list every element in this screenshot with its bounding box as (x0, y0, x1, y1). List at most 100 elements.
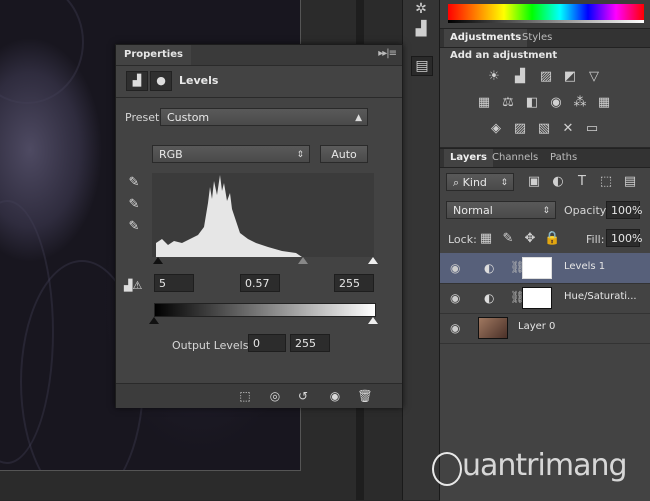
brightness-icon[interactable]: ☀ (486, 69, 502, 85)
reset-icon[interactable]: ↺ (294, 388, 312, 404)
panel-icon-strip: ✲ ▟ ▤ (402, 0, 440, 500)
lock-label: Lock: (448, 233, 477, 246)
view-previous-state-icon[interactable]: ◎ (266, 388, 284, 404)
properties-header: Properties ▸▸|≡ (116, 45, 402, 66)
grayscale-strip[interactable] (448, 20, 644, 23)
mask-mode-icon[interactable]: ● (150, 71, 172, 91)
layer-row-hue-saturation[interactable]: ◉ ◐ ⛓ Hue/Saturati... (440, 283, 650, 314)
properties-icon[interactable]: ▤ (411, 56, 433, 76)
color-spectrum[interactable] (448, 4, 644, 21)
tab-paths[interactable]: Paths (544, 149, 583, 167)
filter-adjustment-icon[interactable]: ◐ (550, 174, 566, 190)
levels-mode-icon[interactable]: ▟ (126, 71, 148, 91)
lock-position-icon[interactable]: ✥ (522, 231, 538, 247)
toggle-visibility-icon[interactable]: ◉ (326, 388, 344, 404)
layer-mask-thumbnail[interactable] (522, 257, 552, 279)
output-white-slider[interactable] (368, 317, 378, 324)
invert-icon[interactable]: ◈ (488, 121, 504, 137)
opacity-field[interactable]: 100% (606, 201, 642, 219)
histogram-icon[interactable]: ▟ (411, 20, 431, 38)
fill-field[interactable]: 100% (606, 229, 642, 247)
exposure-icon[interactable]: ◩ (562, 69, 578, 85)
posterize-icon[interactable]: ▨ (512, 121, 528, 137)
panel-menu-icon[interactable]: ▸▸|≡ (378, 48, 397, 59)
channel-mixer-icon[interactable]: ⁂ (572, 95, 588, 111)
layer-row-layer0[interactable]: ◉ Layer 0 (440, 313, 650, 344)
black-point-eyedropper-icon[interactable]: ✎ (126, 175, 142, 193)
layer-name[interactable]: Hue/Saturati... (564, 291, 637, 302)
channel-value: RGB (159, 148, 183, 161)
curves-icon[interactable]: ▨ (538, 69, 554, 85)
input-black-field[interactable]: 5 (154, 274, 194, 292)
adjustment-layer-icon: ◐ (484, 261, 495, 275)
delete-icon[interactable]: 🗑 (356, 388, 374, 404)
vibrance-icon[interactable]: ▽ (586, 69, 602, 85)
tab-styles[interactable]: Styles (516, 29, 558, 47)
tab-channels[interactable]: Channels (486, 149, 544, 167)
layer-name[interactable]: Levels 1 (564, 261, 605, 272)
filter-type-icon[interactable]: T (574, 174, 590, 190)
properties-title: Levels (179, 74, 219, 87)
output-gradient (154, 303, 376, 317)
layer-thumbnail[interactable] (478, 317, 508, 339)
gray-point-eyedropper-icon[interactable]: ✎ (126, 197, 142, 215)
properties-panel: Properties ▸▸|≡ ▟ ● Levels Preset: Custo… (115, 44, 403, 408)
layer-row-levels[interactable]: ◉ ◐ ⛓ Levels 1 (440, 253, 650, 284)
clipping-warning-icon[interactable]: ▟⚠ (124, 279, 142, 292)
adjustment-layer-icon: ◐ (484, 291, 495, 305)
layer-filter-select[interactable]: ⌕ Kind ⇕ (446, 173, 514, 191)
photo-filter-icon[interactable]: ◉ (548, 95, 564, 111)
blend-mode-select[interactable]: Normal ⇕ (446, 201, 556, 219)
select-caret-icon: ⇕ (296, 150, 304, 160)
properties-footer: ⬚ ◎ ↺ ◉ 🗑 (116, 383, 402, 408)
output-black-slider[interactable] (149, 317, 159, 324)
output-levels-label: Output Levels: (172, 339, 253, 352)
input-white-field[interactable]: 255 (334, 274, 374, 292)
opacity-label: Opacity: (564, 204, 610, 217)
lock-image-icon[interactable]: ✎ (500, 231, 516, 247)
search-icon: ⌕ (453, 176, 463, 189)
filter-pixel-icon[interactable]: ▣ (526, 174, 542, 190)
input-black-slider[interactable] (153, 257, 163, 264)
threshold-icon[interactable]: ▧ (536, 121, 552, 137)
filter-shape-icon[interactable]: ⬚ (598, 174, 614, 190)
input-white-slider[interactable] (368, 257, 378, 264)
hair-shape (0, 0, 84, 104)
layer-filter-value: Kind (462, 176, 487, 189)
white-point-eyedropper-icon[interactable]: ✎ (126, 219, 142, 237)
histogram (152, 173, 374, 257)
preset-value: Custom (167, 111, 210, 124)
lock-all-icon[interactable]: 🔒 (544, 231, 560, 247)
gradient-map-icon[interactable]: ▭ (584, 121, 600, 137)
lock-transparent-icon[interactable]: ▦ (478, 231, 494, 247)
black-white-icon[interactable]: ◧ (524, 95, 540, 111)
clip-to-layer-icon[interactable]: ⬚ (236, 388, 254, 404)
layer-mask-thumbnail[interactable] (522, 287, 552, 309)
input-gamma-field[interactable]: 0.57 (240, 274, 280, 292)
watermark-text: uantrimang (462, 448, 628, 483)
auto-button[interactable]: Auto (320, 145, 368, 163)
hue-saturation-icon[interactable]: ▦ (476, 95, 492, 111)
color-lookup-icon[interactable]: ▦ (596, 95, 612, 111)
input-gamma-slider[interactable] (298, 257, 308, 264)
color-balance-icon[interactable]: ⚖ (500, 95, 516, 111)
tab-adjustments[interactable]: Adjustments (444, 29, 528, 47)
eye-icon[interactable]: ◉ (450, 291, 460, 305)
channel-select[interactable]: RGB ⇕ (152, 145, 310, 163)
layer-name[interactable]: Layer 0 (518, 321, 555, 332)
fill-label: Fill: (586, 233, 605, 246)
select-caret-icon: ⇕ (500, 178, 508, 188)
select-caret-icon: ▲ (355, 113, 362, 123)
output-white-field[interactable]: 255 (290, 334, 330, 352)
tab-properties[interactable]: Properties (116, 45, 191, 65)
add-adjustment-heading: Add an adjustment (450, 50, 558, 61)
eye-icon[interactable]: ◉ (450, 321, 460, 335)
eye-icon[interactable]: ◉ (450, 261, 460, 275)
selective-color-icon[interactable]: ✕ (560, 121, 576, 137)
filter-smart-object-icon[interactable]: ▤ (622, 174, 638, 190)
levels-icon[interactable]: ▟ (512, 69, 528, 85)
brush-preset-icon[interactable]: ✲ (411, 0, 431, 18)
preset-select[interactable]: Custom ▲ (160, 108, 368, 126)
output-black-field[interactable]: 0 (248, 334, 286, 352)
select-caret-icon: ⇕ (542, 206, 550, 216)
